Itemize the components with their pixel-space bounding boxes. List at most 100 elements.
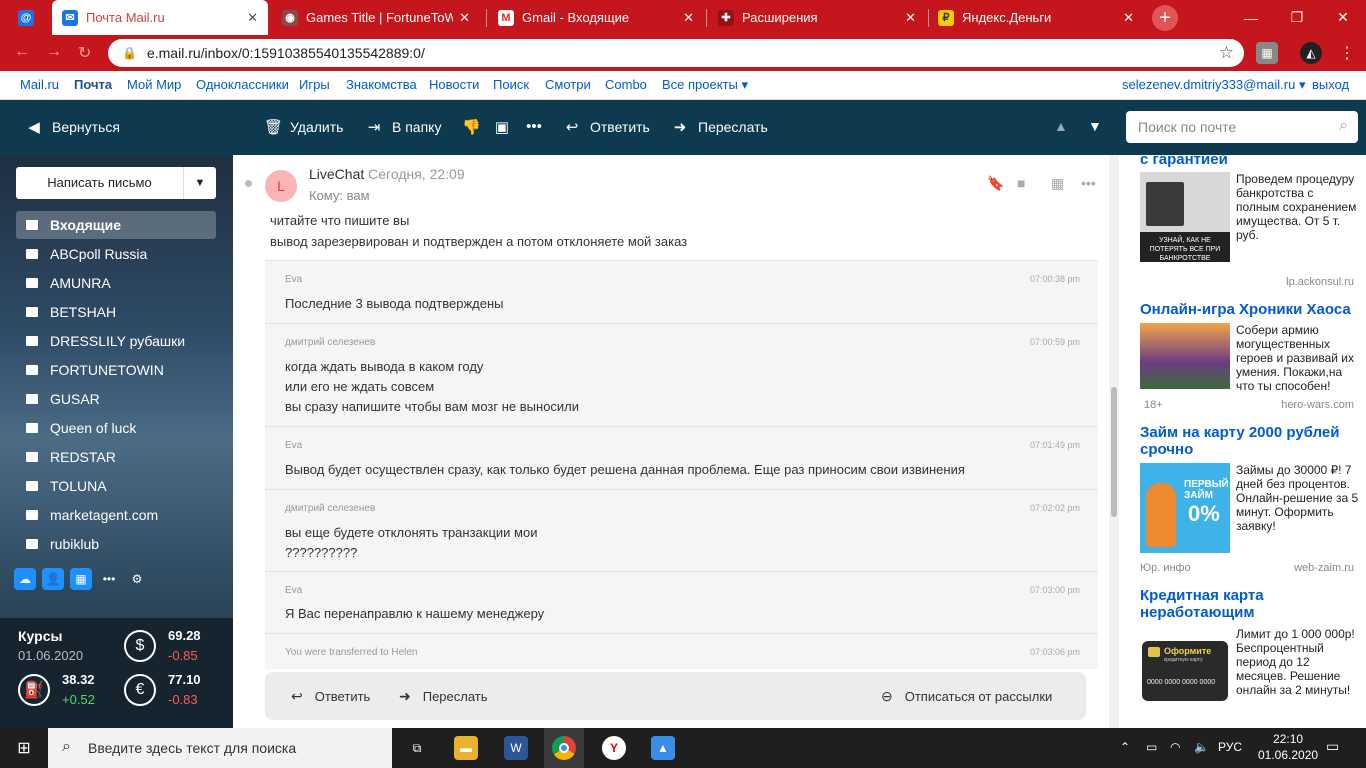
back-button[interactable]: ◀ Вернуться xyxy=(26,118,120,136)
nav-combo[interactable]: Combo xyxy=(605,77,647,92)
scrollbar-thumb[interactable] xyxy=(1111,387,1117,517)
taskbar-clock[interactable]: 22:10 01.06.2020 xyxy=(1258,731,1318,763)
language-indicator[interactable]: РУС xyxy=(1218,740,1242,754)
url-bar[interactable]: 🔒 e.mail.ru/inbox/0:15910385540135542889… xyxy=(108,39,1244,67)
video-icon[interactable]: ■ xyxy=(1017,175,1025,191)
more-apps-icon[interactable]: ••• xyxy=(98,568,120,590)
forward-button[interactable]: ➜ Переслать xyxy=(672,118,768,136)
calendar-icon[interactable]: ▦ xyxy=(70,568,92,590)
folder-item[interactable]: REDSTAR xyxy=(16,443,216,471)
nav-moi-mir[interactable]: Мой Мир xyxy=(127,77,181,92)
previous-message-button[interactable]: ▲ xyxy=(1054,118,1068,134)
task-view-icon[interactable]: ⧉ xyxy=(405,736,429,760)
contacts-icon[interactable]: 👤 xyxy=(42,568,64,590)
tab-yandex-money[interactable]: ₽ Яндекс.Деньги ✕ xyxy=(928,0,1144,35)
ad-title[interactable]: с гарантией xyxy=(1140,155,1228,168)
message-scrollbar[interactable] xyxy=(1109,155,1119,728)
tab-gmail[interactable]: M Gmail - Входящие ✕ xyxy=(488,0,704,35)
nav-znakomstva[interactable]: Знакомства xyxy=(346,77,417,92)
nav-novosti[interactable]: Новости xyxy=(429,77,479,92)
ad-domain[interactable]: lp.ackonsul.ru xyxy=(1286,276,1354,288)
folder-inbox[interactable]: Входящие xyxy=(16,211,216,239)
forward-arrow-icon[interactable]: → xyxy=(46,43,62,61)
extension-icon[interactable]: ▦ xyxy=(1256,42,1278,64)
nav-pochta[interactable]: Почта xyxy=(74,77,112,92)
tab-close-icon[interactable]: ✕ xyxy=(1123,10,1134,26)
nav-poisk[interactable]: Поиск xyxy=(493,77,529,92)
compose-label[interactable]: Написать письмо xyxy=(16,167,184,199)
nav-odnoklassniki[interactable]: Одноклассники xyxy=(196,77,289,92)
message-recipient[interactable]: Кому: вам xyxy=(309,188,370,203)
volume-icon[interactable]: 🔈 xyxy=(1194,740,1209,754)
ad-image-loan[interactable]: ПЕРВЫЙ ЗАЙМ 0% xyxy=(1140,463,1230,553)
back-arrow-icon[interactable]: ← xyxy=(14,43,30,61)
ad-domain[interactable]: web-zaim.ru xyxy=(1294,562,1354,574)
settings-gear-icon[interactable]: ⚙ xyxy=(126,568,148,590)
folder-item[interactable]: FORTUNETOWIN xyxy=(16,356,216,384)
nav-mailru[interactable]: Mail.ru xyxy=(20,77,59,92)
new-tab-button[interactable]: + xyxy=(1152,5,1178,31)
ad-text[interactable]: Собери армию могущественных героев и раз… xyxy=(1236,323,1360,393)
bookmark-star-icon[interactable]: ☆ xyxy=(1219,43,1234,63)
taskbar-search-input[interactable]: ⌕ Введите здесь текст для поиска xyxy=(48,728,392,768)
ad-title[interactable]: Займ на карту 2000 рублей срочно xyxy=(1140,424,1366,458)
close-window-button[interactable]: ✕ xyxy=(1320,0,1366,35)
file-explorer-icon[interactable]: ▬ xyxy=(454,736,478,760)
search-icon[interactable]: ⌕ xyxy=(1339,117,1348,135)
compose-button[interactable]: Написать письмо ▼ xyxy=(16,167,216,199)
word-icon[interactable]: W xyxy=(504,736,528,760)
ad-image-game[interactable] xyxy=(1140,323,1230,389)
windows-start-icon[interactable]: ⊞ xyxy=(12,736,36,760)
tab-close-icon[interactable]: ✕ xyxy=(683,10,694,26)
ad-text[interactable]: Проведем процедуру банкротства с полным … xyxy=(1236,172,1360,242)
folder-item[interactable]: rubiklub xyxy=(16,530,216,558)
tab-close-icon[interactable]: ✕ xyxy=(905,10,916,26)
more-dots-icon[interactable]: ••• xyxy=(1081,175,1096,191)
folder-item[interactable]: BETSHAH xyxy=(16,298,216,326)
minimize-button[interactable]: — xyxy=(1228,0,1274,35)
nav-all-projects[interactable]: Все проекты ▾ xyxy=(662,77,748,93)
nav-igry[interactable]: Игры xyxy=(299,77,330,92)
folder-item[interactable]: AMUNRA xyxy=(16,269,216,297)
read-status-dot[interactable] xyxy=(245,180,252,187)
ad-domain[interactable]: hero-wars.com xyxy=(1281,399,1354,411)
chevron-up-icon[interactable]: ⌃ xyxy=(1120,740,1130,754)
logout-link[interactable]: выход xyxy=(1312,77,1349,92)
ad-image-card[interactable]: Оформите кредитную карту 0000 0000 0000 … xyxy=(1140,627,1230,717)
folder-item[interactable]: Queen of luck xyxy=(16,414,216,442)
chrome-taskbar-item[interactable] xyxy=(544,728,584,768)
spam-button[interactable]: 👎 xyxy=(462,118,488,136)
folder-item[interactable]: DRESSLILY рубашки xyxy=(16,327,216,355)
mail-search-input[interactable]: Поиск по почте ⌕ xyxy=(1126,111,1358,143)
quick-forward-button[interactable]: ➜ Переслать xyxy=(399,688,488,705)
quick-reply-button[interactable]: ↩ Ответить xyxy=(291,688,370,705)
notifications-icon[interactable]: ▭ xyxy=(1326,738,1339,755)
folder-item[interactable]: marketagent.com xyxy=(16,501,216,529)
tab-close-icon[interactable]: ✕ xyxy=(459,10,470,26)
tab-close-icon[interactable]: ✕ xyxy=(247,10,258,26)
folder-item[interactable]: GUSAR xyxy=(16,385,216,413)
photos-icon[interactable]: ▲ xyxy=(651,736,675,760)
ad-legal-info[interactable]: Юр. инфо xyxy=(1140,562,1191,574)
ad-text[interactable]: Займы до 30000 ₽! 7 дней без процентов. … xyxy=(1236,463,1360,533)
folder-item[interactable]: ABCpoll Russia xyxy=(16,240,216,268)
ad-text[interactable]: Лимит до 1 000 000р! Беспроцентный перио… xyxy=(1236,627,1360,697)
menu-dots-icon[interactable]: ⋮ xyxy=(1336,42,1358,64)
next-message-button[interactable]: ▼ xyxy=(1088,118,1102,134)
vpn-extension-icon[interactable]: ◭ xyxy=(1300,42,1322,64)
battery-icon[interactable]: ▭ xyxy=(1146,740,1157,754)
ad-title[interactable]: Онлайн-игра Хроники Хаоса xyxy=(1140,301,1351,318)
unsubscribe-button[interactable]: ⊖ Отписаться от рассылки xyxy=(881,688,1052,705)
more-actions-button[interactable]: ••• xyxy=(526,118,552,135)
ad-title[interactable]: Кредитная карта неработающим xyxy=(1140,587,1366,621)
wifi-icon[interactable]: ◠ xyxy=(1170,740,1180,754)
move-to-folder-button[interactable]: ⇥ В папку xyxy=(366,118,442,136)
delete-button[interactable]: 🗑 Удалить xyxy=(264,118,343,136)
maximize-button[interactable]: ❐ xyxy=(1274,0,1320,35)
tab-extensions[interactable]: ✚ Расширения ✕ xyxy=(708,0,926,35)
yandex-browser-icon[interactable]: Y xyxy=(602,736,626,760)
chevron-down-icon[interactable]: ▼ xyxy=(184,177,216,189)
user-email-link[interactable]: selezenev.dmitriy333@mail.ru ▾ xyxy=(1122,77,1306,93)
nav-smotri[interactable]: Смотри xyxy=(545,77,591,92)
tab-mail[interactable]: ✉ Почта Mail.ru ✕ xyxy=(52,0,268,35)
